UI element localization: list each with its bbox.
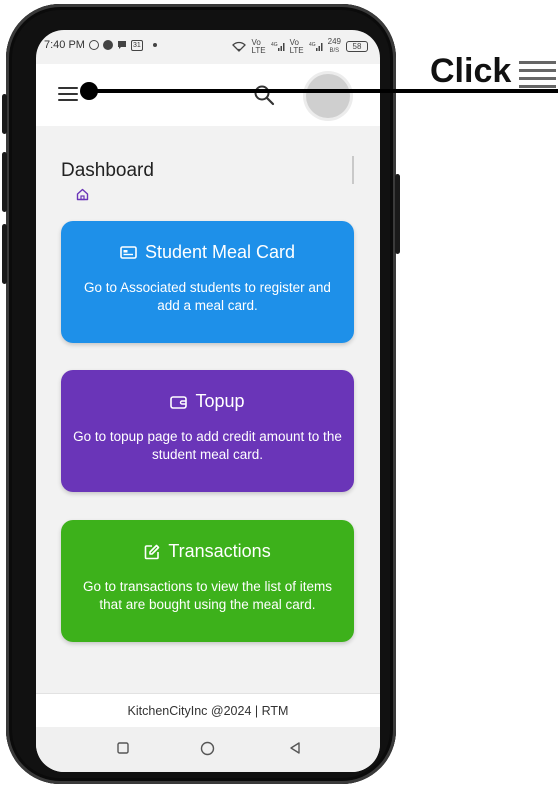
network-speed: 249 B/S <box>328 38 341 55</box>
card-title-text: Topup <box>195 391 245 411</box>
signal-4g-icon: 4G <box>271 42 285 51</box>
page-title: Dashboard <box>61 160 154 181</box>
search-icon[interactable] <box>253 84 275 106</box>
volte-icon: Vo LTE <box>289 37 304 55</box>
volume-button <box>2 152 7 212</box>
footer: KitchenCityInc @2024 | RTM <box>36 693 380 728</box>
signal-4g-icon: 4G <box>309 42 323 51</box>
card-title: Transactions <box>61 541 354 562</box>
edit-icon <box>145 544 160 559</box>
card-title: Topup <box>61 391 354 412</box>
svg-text:4G: 4G <box>309 42 316 48</box>
card-title-text: Transactions <box>168 541 271 561</box>
user-avatar[interactable] <box>306 74 350 118</box>
divider <box>352 156 354 184</box>
status-left: 7:40 PM 31 <box>44 39 157 51</box>
volte-icon: Vo LTE <box>251 37 266 55</box>
calendar-icon: 31 <box>130 39 143 51</box>
home-button-icon[interactable] <box>200 741 215 756</box>
student-meal-card-card[interactable]: Student Meal Card Go to Associated stude… <box>61 221 354 343</box>
dot-icon <box>152 43 157 47</box>
status-time: 7:40 PM <box>44 39 85 51</box>
card-description: Go to topup page to add credit amount to… <box>73 429 342 462</box>
battery-icon: 58 <box>346 41 368 52</box>
hamburger-menu-icon[interactable] <box>58 86 78 102</box>
volume-button <box>2 94 7 134</box>
card-title-text: Student Meal Card <box>144 242 296 262</box>
whatsapp-icon <box>88 40 99 50</box>
message-icon <box>117 41 126 49</box>
status-right: Vo LTE 4G Vo LTE 4G 249 B/S 58 <box>232 38 368 55</box>
transactions-card[interactable]: Transactions Go to transactions to view … <box>61 520 354 642</box>
battery-level: 58 <box>352 42 362 51</box>
home-icon[interactable] <box>76 188 89 201</box>
volume-button <box>2 224 7 284</box>
callout-label: Click <box>430 52 512 90</box>
phone-screen: 7:40 PM 31 Vo LTE 4G Vo LTE 4G 249 B/S 58 <box>36 30 380 772</box>
network-speed-unit: B/S <box>329 48 340 54</box>
wifi-icon <box>232 41 247 52</box>
callout-pointer-dot <box>80 82 98 100</box>
recent-apps-icon[interactable] <box>116 741 130 755</box>
power-button <box>395 174 400 254</box>
system-nav-bar <box>36 727 380 772</box>
wallet-icon <box>170 395 188 409</box>
chat-icon <box>102 40 113 50</box>
card-description: Go to transactions to view the list of i… <box>82 579 333 612</box>
network-speed-value: 249 <box>327 37 341 46</box>
svg-text:4G: 4G <box>271 42 278 48</box>
card-description: Go to Associated students to register an… <box>84 280 331 313</box>
phone-frame: 7:40 PM 31 Vo LTE 4G Vo LTE 4G 249 B/S 58 <box>2 4 400 784</box>
id-card-icon <box>120 246 137 259</box>
hamburger-menu-icon <box>519 61 556 91</box>
footer-text: KitchenCityInc @2024 | RTM <box>127 704 289 718</box>
status-bar: 7:40 PM 31 Vo LTE 4G Vo LTE 4G 249 B/S 58 <box>36 30 380 64</box>
topup-card[interactable]: Topup Go to topup page to add credit amo… <box>61 370 354 492</box>
back-icon[interactable] <box>288 741 302 755</box>
card-title: Student Meal Card <box>61 242 354 263</box>
